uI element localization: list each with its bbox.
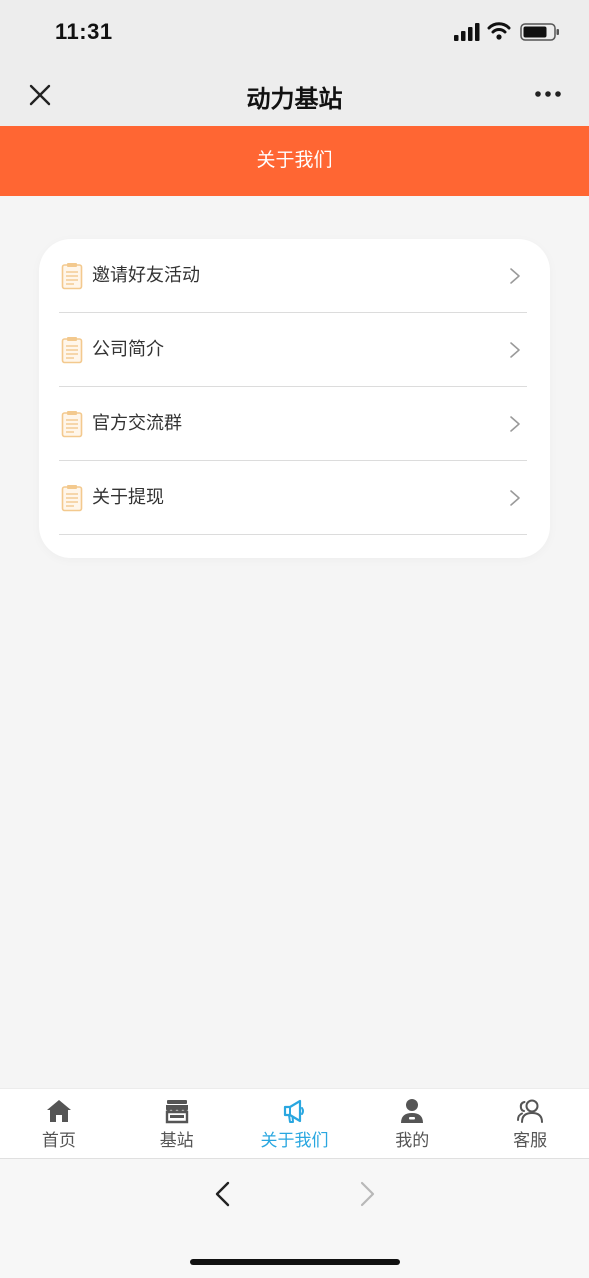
menu-item[interactable]: 邀请好友活动 [59,239,527,313]
chevron-right-icon [510,416,520,432]
home-indicator [190,1259,400,1265]
chevron-right-icon [510,490,520,506]
wifi-icon [487,22,511,40]
chevron-right-icon [510,342,520,358]
menu-item-label: 关于提现 [92,487,164,507]
clipboard-icon [61,337,83,364]
chevron-right-icon [510,268,520,284]
page-title: 关于我们 [256,150,333,171]
menu-item-label: 公司简介 [92,339,164,359]
nav-bar: 动力基站 [0,65,589,126]
nav-title: 动力基站 [246,86,343,113]
chevron-right-icon[interactable] [356,1179,378,1209]
tab-station[interactable]: 基站 [118,1089,236,1158]
chevron-left-icon[interactable] [212,1179,234,1209]
tab-label: 关于我们 [260,1131,329,1150]
battery-icon [520,23,559,41]
clipboard-icon [61,263,83,290]
page-header: 关于我们 [0,126,589,196]
home-icon [46,1100,71,1122]
cellular-signal-icon [454,23,480,41]
tab-label: 客服 [513,1131,548,1150]
status-time: 11:31 [55,19,113,44]
menu-item-label: 邀请好友活动 [92,265,200,285]
tab-label: 我的 [395,1131,430,1150]
menu-item[interactable]: 公司简介 [59,313,527,387]
tab-mine[interactable]: 我的 [353,1089,471,1158]
clipboard-icon [61,485,83,512]
browser-toolbar [0,1158,589,1278]
tab-about-us[interactable]: 关于我们 [236,1089,354,1158]
store-icon [165,1100,188,1124]
tab-label: 首页 [41,1131,76,1150]
megaphone-icon [284,1099,305,1123]
menu-list: 邀请好友活动 公司简介官方交流群关于提现 [59,239,527,535]
tab-home[interactable]: 首页 [0,1089,118,1158]
tab-bar: 首页 基站 关于我们 我的 客服 [0,1088,589,1158]
tab-customer-service[interactable]: 客服 [471,1089,589,1158]
menu-item[interactable]: 关于提现 [59,461,527,535]
customer-service-icon [517,1099,544,1123]
more-icon[interactable] [533,89,563,99]
menu-card: 邀请好友活动 公司简介官方交流群关于提现 [39,239,550,558]
menu-item-label: 官方交流群 [92,413,182,433]
clipboard-icon [61,411,83,438]
menu-item[interactable]: 官方交流群 [59,387,527,461]
status-bar: 11:31 [0,0,589,65]
tab-label: 基站 [159,1131,194,1150]
user-icon [401,1099,424,1123]
